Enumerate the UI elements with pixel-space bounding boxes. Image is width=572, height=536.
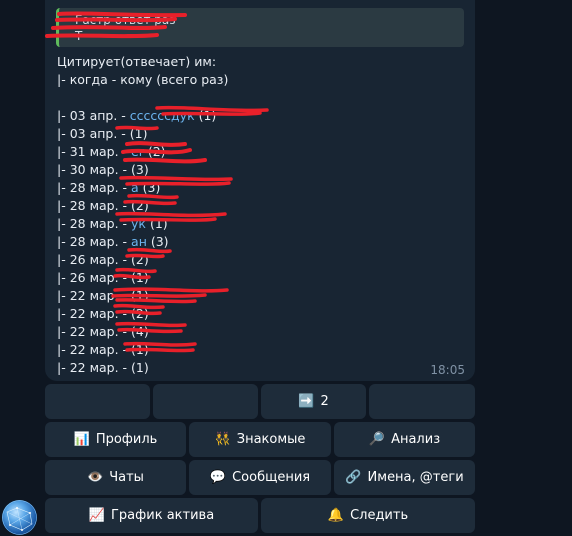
entry-row: |- 22 мар. - (1) [57,359,457,377]
pager-next-label: 2 [320,394,329,409]
chats-label: Чаты [109,470,144,485]
entry-date: |- 28 мар. - [57,180,132,195]
entry-date: |- 22 мар. - [57,324,132,339]
entry-count: (1) [145,216,168,231]
entry-count: (3) [138,180,161,195]
entry-date: |- 30 мар. - [57,162,132,177]
names-tags-button[interactable]: 🔗 Имена, @теги [334,460,475,495]
entry-count: (2) [131,198,149,213]
messages-label: Сообщения [232,470,311,485]
entry-row: |- 28 мар. - ук (1) [57,215,457,233]
entry-row: |- 30 мар. - (3) [57,161,457,179]
pager-empty-button-3[interactable] [369,384,475,419]
messages-button[interactable]: 💬 Сообщения [189,460,331,495]
entry-date: |- 22 мар. - [57,360,132,375]
keyboard-row-2: 👁️ Чаты 💬 Сообщения 🔗 Имена, @теги [45,460,475,495]
analysis-button[interactable]: 🔎 Анализ [334,422,475,457]
keyboard-row-3: 📈 График актива 🔔 Следить [45,498,475,533]
follow-label: Следить [350,508,409,523]
entry-date: |- 03 апр. - [57,126,130,141]
message-heading: Цитирует(отвечает) им: [57,54,217,69]
entry-count: (1) [194,108,217,123]
entry-user-link-tail[interactable]: а [131,180,139,195]
entry-count: (3) [131,162,149,177]
bell-icon: 🔔 [327,508,345,523]
bar-chart-icon: 📊 [73,432,90,447]
entry-date: |- 28 мар. - [57,198,132,213]
entries-list: |- 03 апр. - ссссссдук (1) |- 03 апр. - (… [57,107,457,377]
entry-count: (2) [131,306,149,321]
follow-button[interactable]: 🔔 Следить [261,498,475,533]
message-time: 18:05 [430,363,465,377]
link-icon: 🔗 [345,470,362,485]
entry-user-link-tail[interactable]: ук [131,216,146,231]
entry-count: (2) [131,252,149,267]
entry-count: (1) [131,270,149,285]
pager-empty-button-2[interactable] [153,384,258,419]
entry-count: (1) [131,360,149,375]
entry-row: |- 26 мар. - (2) [57,251,457,269]
avatar[interactable] [2,500,37,535]
chats-button[interactable]: 👁️ Чаты [45,460,186,495]
pager-next-button[interactable]: ➡️ 2 [261,384,366,419]
acquaintances-label: Знакомые [236,432,306,447]
entry-row: |- 22 мар. - (4) [57,323,457,341]
entry-row: |- 28 мар. - а (3) [57,179,457,197]
reply-preview[interactable]: Гастр ответ раз Т [56,8,464,47]
analysis-label: Анализ [391,432,441,447]
entry-date: |- 22 мар. - [57,306,132,321]
entry-count: (2) [143,144,166,159]
entry-date: |- 03 апр. - [57,108,130,123]
entry-count: (1) [131,342,149,357]
message-text: Цитирует(отвечает) им: |- когда - кому (… [57,53,457,377]
speech-bubble-icon: 💬 [209,470,227,485]
eye-icon: 👁️ [87,470,104,485]
reply-preview-line2: Т [75,29,83,43]
people-icon: 👯 [214,432,231,447]
entry-date: |- 26 мар. - [57,252,132,267]
entry-date: |- 22 мар. - [57,342,132,357]
entry-row: |- 28 мар. - (2) [57,197,457,215]
reply-preview-line1: Гастр ответ раз [75,13,176,27]
entry-row: |- 03 апр. - (1) [57,125,457,143]
entry-row: |- 31 мар. - er (2) [57,143,457,161]
magnifier-icon: 🔎 [368,432,386,447]
entry-count: (1) [131,288,149,303]
keyboard-row-pager: ➡️ 2 [45,384,475,419]
message-subheading: |- когда - кому (всего раз) [57,72,229,87]
entry-row: |- 22 мар. - (1) [57,341,457,359]
entry-user-link-tail[interactable]: ук [180,108,195,123]
activity-graph-label: График актива [111,508,215,523]
entry-row: |- 26 мар. - (1) [57,269,457,287]
entry-date: |- 22 мар. - [57,288,132,303]
entry-row: |- 22 мар. - (2) [57,305,457,323]
entry-user-link-tail[interactable]: er [131,144,144,159]
entry-row: |- 28 мар. - ан (3) [57,233,457,251]
entry-user-link[interactable]: ссссссд [130,108,180,123]
entry-date: |- 31 мар. - [57,144,132,159]
entry-date: |- 28 мар. - [57,234,132,249]
entry-user-link-tail[interactable]: ан [131,234,147,249]
entry-count: (3) [146,234,169,249]
keyboard-row-1: 📊 Профиль 👯 Знакомые 🔎 Анализ [45,422,475,457]
entry-date: |- 28 мар. - [57,216,132,231]
acquaintances-button[interactable]: 👯 Знакомые [189,422,331,457]
pager-empty-button-1[interactable] [45,384,150,419]
entry-date: |- 26 мар. - [57,270,132,285]
names-tags-label: Имена, @теги [367,470,464,485]
activity-graph-button[interactable]: 📈 График актива [45,498,258,533]
entry-count: (4) [131,324,149,339]
profile-label: Профиль [95,432,158,447]
arrow-right-icon: ➡️ [298,394,315,409]
trend-chart-icon: 📈 [88,508,105,523]
message-bubble: Гастр ответ раз Т Цитирует(отвечает) им:… [45,0,475,381]
profile-button[interactable]: 📊 Профиль [45,422,186,457]
entry-count: (1) [129,126,148,141]
entry-row: |- 03 апр. - ссссссдук (1) [57,107,457,125]
entry-row: |- 22 мар. - (1) [57,287,457,305]
